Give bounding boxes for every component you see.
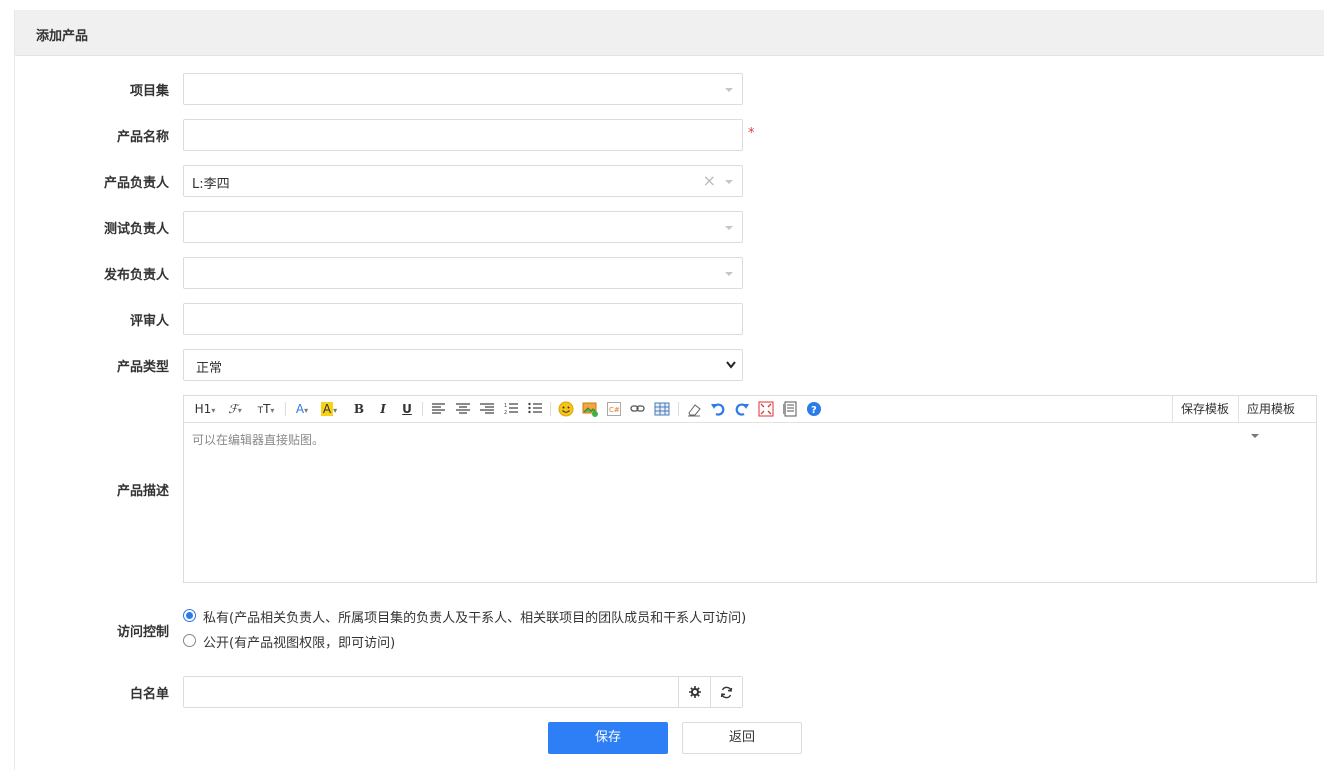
- qd-label: 测试负责人: [103, 222, 169, 237]
- emoji-icon[interactable]: [558, 401, 574, 417]
- underline-icon[interactable]: U: [400, 401, 414, 417]
- reviewer-input[interactable]: [183, 303, 743, 335]
- image-icon[interactable]: [582, 401, 598, 417]
- source-code-icon[interactable]: [782, 401, 798, 417]
- acl-open-text: 公开(有产品视图权限，即可访问): [203, 636, 396, 651]
- editor-toolbar: H1▾ ℱ▾ TT▾ A▾ A ▾ B I U 12 C# ? 保存模板 应用模…: [184, 396, 1316, 438]
- whitelist-input[interactable]: [183, 676, 743, 708]
- chevron-down-icon: [725, 180, 733, 184]
- qd-select[interactable]: [183, 211, 743, 243]
- form-panel: 添加产品 项目集 产品名称 * 产品负责人 L:李四 × 测试负责人 发布负责人…: [14, 10, 1324, 770]
- program-label: 项目集: [129, 84, 169, 99]
- whitelist-label: 白名单: [129, 687, 169, 702]
- acl-private-text: 私有(产品相关负责人、所属项目集的负责人及干系人、相关联项目的团队成员和干系人可…: [203, 611, 747, 626]
- undo-icon[interactable]: [710, 401, 726, 417]
- font-size-icon[interactable]: TT▾: [254, 401, 278, 417]
- reviewer-label: 评审人: [129, 314, 169, 329]
- align-left-icon[interactable]: [432, 403, 446, 415]
- chevron-down-icon: [725, 272, 733, 276]
- acl-private-radio[interactable]: [183, 609, 196, 622]
- heading-button[interactable]: H1▾: [192, 401, 218, 417]
- link-icon[interactable]: [630, 402, 646, 416]
- back-button[interactable]: 返回: [682, 722, 802, 754]
- acl-open-radio[interactable]: [183, 634, 196, 647]
- rd-select[interactable]: [183, 257, 743, 289]
- editor-placeholder[interactable]: 可以在编辑器直接贴图。: [192, 431, 324, 448]
- type-label: 产品类型: [116, 360, 169, 375]
- svg-text:C#: C#: [609, 406, 620, 414]
- chevron-down-icon: [725, 226, 733, 230]
- bold-icon[interactable]: B: [352, 401, 366, 417]
- align-center-icon[interactable]: [456, 403, 470, 415]
- highlight-color-icon[interactable]: A ▾: [318, 401, 340, 417]
- svg-text:?: ?: [811, 405, 817, 416]
- font-family-icon[interactable]: ℱ▾: [224, 401, 246, 417]
- fullscreen-icon[interactable]: [758, 401, 774, 417]
- po-select[interactable]: L:李四 ×: [183, 165, 743, 197]
- acl-label: 访问控制: [116, 625, 169, 640]
- ordered-list-icon[interactable]: 12: [504, 402, 518, 415]
- refresh-icon[interactable]: [710, 677, 742, 707]
- rich-text-editor[interactable]: H1▾ ℱ▾ TT▾ A▾ A ▾ B I U 12 C# ? 保存模板 应用模…: [183, 395, 1317, 583]
- po-label: 产品负责人: [103, 176, 169, 191]
- font-color-icon[interactable]: A▾: [292, 401, 312, 417]
- program-select[interactable]: [183, 73, 743, 105]
- panel-header: 添加产品: [15, 10, 1324, 56]
- svg-text:1: 1: [504, 403, 507, 409]
- required-mark: *: [748, 126, 755, 141]
- page-title: 添加产品: [36, 29, 89, 44]
- eraser-icon[interactable]: [686, 401, 702, 417]
- gear-icon[interactable]: [678, 677, 710, 707]
- name-label: 产品名称: [116, 130, 169, 145]
- save-template-button[interactable]: 保存模板: [1172, 396, 1237, 422]
- svg-text:2: 2: [504, 410, 507, 415]
- help-icon[interactable]: ?: [806, 401, 822, 417]
- chevron-down-icon: [725, 88, 733, 92]
- product-name-input[interactable]: [183, 119, 743, 151]
- rd-label: 发布负责人: [103, 268, 169, 283]
- desc-label: 产品描述: [116, 484, 169, 499]
- italic-icon[interactable]: I: [376, 401, 390, 417]
- po-value: L:李四: [192, 177, 230, 192]
- unordered-list-icon[interactable]: [528, 402, 542, 415]
- table-icon[interactable]: [654, 401, 670, 417]
- code-icon[interactable]: C#: [606, 401, 622, 417]
- type-value: 正常: [196, 361, 223, 376]
- redo-icon[interactable]: [734, 401, 750, 417]
- apply-template-button[interactable]: 应用模板: [1238, 396, 1316, 438]
- save-button[interactable]: 保存: [548, 722, 668, 754]
- clear-icon[interactable]: ×: [703, 171, 716, 190]
- align-right-icon[interactable]: [480, 403, 494, 415]
- chevron-down-icon: [726, 361, 736, 369]
- type-select[interactable]: 正常: [183, 349, 743, 381]
